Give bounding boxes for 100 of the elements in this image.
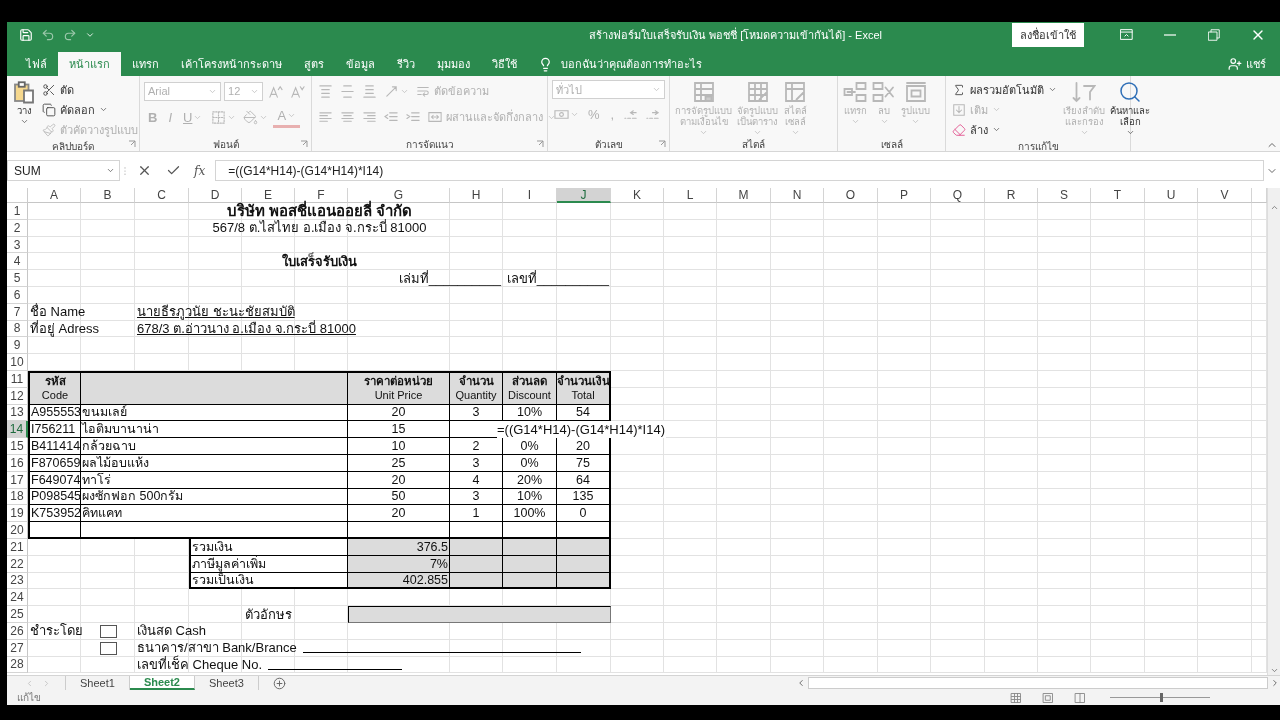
row-header[interactable]: 15 [7, 438, 28, 455]
column-heading: รหัส [44, 374, 66, 389]
column-header[interactable]: D [189, 188, 242, 203]
ribbon-button[interactable]: ผลรวมอัตโนมัติ [950, 80, 1059, 99]
sort-filter-icon [1072, 80, 1096, 104]
column-header[interactable]: K [611, 188, 664, 203]
table-cell: I756211 [28, 421, 81, 439]
redo-icon[interactable] [63, 27, 77, 42]
row-header[interactable]: 20 [7, 522, 28, 539]
formula-editor[interactable]: =((G14*H14)-(G14*H14)*I14) [497, 421, 666, 439]
row-header[interactable]: 5 [7, 270, 28, 287]
ribbon-button[interactable]: ล้าง [950, 120, 1003, 139]
diagonal-arrow-icon [384, 83, 399, 99]
scroll-right-icon[interactable] [1270, 678, 1280, 688]
column-header[interactable]: N [771, 188, 824, 203]
column-header[interactable]: I [503, 188, 557, 203]
fill-down-icon [952, 102, 966, 117]
column-header[interactable]: A [28, 188, 81, 203]
horizontal-scrollbar[interactable] [808, 677, 1268, 689]
sheet-tab[interactable]: Sheet2 [129, 676, 195, 690]
caret-icon [879, 117, 889, 126]
column-subheading: Discount [508, 389, 551, 403]
row-header[interactable]: 19 [7, 505, 28, 523]
amount-words-label: ตัวอักษร [244, 606, 293, 623]
ribbon-tab[interactable]: มุมมอง [426, 52, 481, 76]
caret-icon [652, 85, 661, 94]
column-header[interactable]: H [450, 188, 503, 203]
dialog-launcher-icon[interactable] [128, 140, 136, 148]
column-heading: ราคาต่อหน่วย [364, 374, 433, 389]
insert-function-button[interactable]: fx [188, 163, 216, 178]
name-box[interactable]: SUM [7, 160, 120, 181]
next-sheet-icon[interactable] [42, 678, 51, 688]
table-cell: 15 [348, 421, 450, 439]
cell-style-icon [783, 80, 807, 104]
column-header[interactable]: E [242, 188, 295, 203]
group-label: ฟอนต์ [211, 138, 240, 151]
column-header[interactable]: L [664, 188, 717, 203]
table-cell: 10 [348, 438, 450, 455]
ribbon-tab[interactable]: สูตร [293, 52, 335, 76]
tell-me-search[interactable]: บอกฉันว่าคุณต้องการทำอะไร [528, 52, 712, 76]
column-header[interactable]: J [557, 188, 611, 203]
vertical-scrollbar[interactable] [1267, 188, 1280, 675]
ribbon-tab[interactable]: รีวิว [386, 52, 426, 76]
row-header[interactable]: 4 [7, 253, 28, 271]
format-cells-icon [903, 80, 928, 104]
ribbon-tab[interactable]: ไฟล์ [15, 52, 58, 76]
page-layout-icon [1042, 691, 1054, 704]
previous-sheet-icon[interactable] [25, 678, 34, 688]
group-label: เซลล์ [879, 138, 904, 151]
ribbon-button[interactable]: ตัด [40, 80, 76, 99]
ribbon-button[interactable]: วาง [11, 80, 37, 126]
caret-icon [992, 125, 1001, 134]
row-header[interactable]: 25 [7, 606, 28, 623]
scroll-left-icon[interactable] [796, 678, 806, 688]
dialog-launcher-icon[interactable] [536, 140, 544, 148]
save-icon[interactable] [19, 27, 33, 42]
column-header[interactable]: T [1091, 188, 1145, 203]
wrap-text-icon [416, 84, 430, 98]
column-header[interactable]: B [81, 188, 135, 203]
row-header[interactable]: 9 [7, 337, 28, 355]
column-subheading: Code [41, 389, 69, 403]
column-header[interactable]: U [1145, 188, 1198, 203]
column-header[interactable]: S [1038, 188, 1091, 203]
row-header[interactable]: 10 [7, 354, 28, 371]
column-header[interactable]: M [717, 188, 771, 203]
column-header[interactable]: R [985, 188, 1038, 203]
sign-in-button[interactable]: ลงชื่อเข้าใช้ [1012, 22, 1084, 47]
column-header[interactable]: O [824, 188, 878, 203]
scroll-up-icon[interactable] [1269, 203, 1279, 212]
checkbox[interactable] [99, 641, 117, 655]
column-header[interactable]: V [1198, 188, 1252, 203]
sigma-icon [952, 82, 966, 97]
row-header[interactable]: 24 [7, 589, 28, 607]
share-button[interactable]: แชร์ [1214, 52, 1280, 76]
formula-field[interactable]: =((G14*H14)-(G14*H14)*I14) [215, 160, 1264, 181]
dialog-launcher-icon[interactable] [658, 140, 666, 148]
group-label: การจัดแนว [404, 138, 455, 151]
column-header[interactable]: Q [931, 188, 985, 203]
add-sheet-button[interactable] [272, 676, 286, 690]
ribbon-tab[interactable]: เค้าโครงหน้ากระดาษ [170, 52, 293, 76]
column-header[interactable]: P [878, 188, 931, 203]
group-label: สไตล์ [741, 138, 766, 151]
insert-cells-icon [843, 80, 867, 104]
status-mode: แก้ไข [17, 691, 41, 705]
table-cell: 2 [450, 438, 503, 455]
scroll-down-icon[interactable] [1269, 666, 1279, 675]
checkbox[interactable] [99, 624, 117, 638]
ribbon-tab[interactable]: แทรก [121, 52, 170, 76]
ribbon-tab[interactable]: วิธีใช้ [481, 52, 528, 76]
ribbon-tab[interactable]: ข้อมูล [335, 52, 386, 76]
ribbon-button[interactable]: ค้นหาและ เลือก [1109, 80, 1151, 137]
ribbon-tab[interactable]: หน้าแรก [58, 52, 121, 76]
dialog-launcher-icon[interactable] [300, 140, 308, 148]
select-all-button[interactable] [7, 188, 28, 203]
zoom-thumb[interactable] [1160, 693, 1163, 702]
undo-icon[interactable] [41, 27, 55, 42]
row-header[interactable]: 14 [7, 421, 28, 439]
row-header[interactable]: 1 [7, 203, 28, 220]
column-header[interactable]: C [135, 188, 189, 203]
ribbon-button[interactable]: คัดลอก [40, 100, 110, 119]
